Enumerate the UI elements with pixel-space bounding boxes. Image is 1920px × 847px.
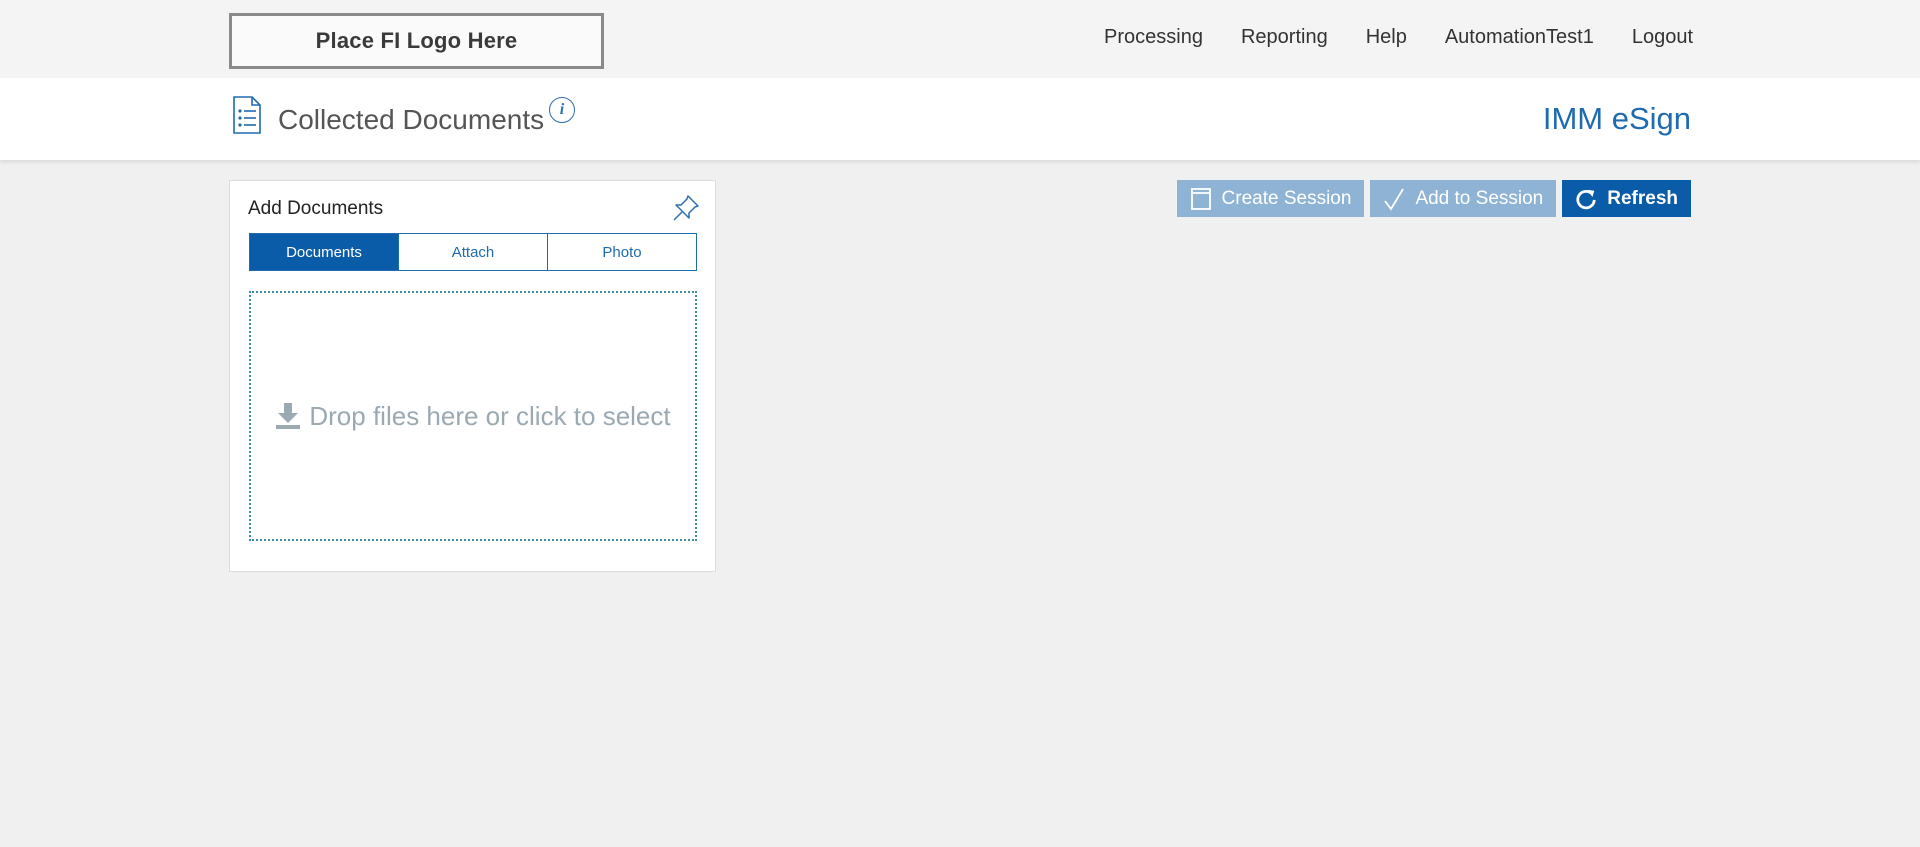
file-dropzone[interactable]: Drop files here or click to select <box>249 291 697 541</box>
page-title: Collected Documents <box>278 104 545 135</box>
create-session-button[interactable]: Create Session <box>1176 180 1365 217</box>
info-icon[interactable]: i <box>549 97 575 123</box>
nav-processing[interactable]: Processing <box>1104 26 1203 49</box>
panel-title: Add Documents <box>248 198 384 219</box>
fi-logo-placeholder[interactable]: Place FI Logo Here <box>229 13 604 69</box>
refresh-icon <box>1576 189 1596 209</box>
tab-attach[interactable]: Attach <box>398 234 547 270</box>
nav-logout[interactable]: Logout <box>1632 26 1693 49</box>
document-source-tabs: Documents Attach Photo <box>249 233 697 271</box>
top-bar: Place FI Logo Here Processing Reporting … <box>0 0 1920 78</box>
nav-user-account[interactable]: AutomationTest1 <box>1445 26 1594 49</box>
session-toolbar: Create Session Add to Session Refresh <box>1176 180 1691 217</box>
nav-reporting[interactable]: Reporting <box>1241 26 1328 49</box>
add-documents-panel: Add Documents Documents Attach Photo Dro… <box>229 180 716 572</box>
document-list-icon <box>233 96 261 134</box>
tab-photo[interactable]: Photo <box>547 234 696 270</box>
download-icon <box>276 403 301 429</box>
refresh-button[interactable]: Refresh <box>1562 180 1691 217</box>
main-nav: Processing Reporting Help AutomationTest… <box>1104 26 1693 49</box>
brand-name: IMM eSign <box>1542 101 1691 136</box>
checkmark-icon <box>1384 188 1405 211</box>
title-bar: Collected Documents i IMM eSign <box>0 78 1920 160</box>
window-icon <box>1190 187 1211 210</box>
nav-help[interactable]: Help <box>1366 26 1407 49</box>
dropzone-label: Drop files here or click to select <box>309 400 671 431</box>
pin-icon[interactable] <box>671 193 701 223</box>
add-to-session-label: Add to Session <box>1415 187 1544 209</box>
tab-documents[interactable]: Documents <box>250 234 398 270</box>
add-to-session-button[interactable]: Add to Session <box>1370 180 1557 217</box>
refresh-label: Refresh <box>1607 187 1678 209</box>
create-session-label: Create Session <box>1221 187 1352 209</box>
